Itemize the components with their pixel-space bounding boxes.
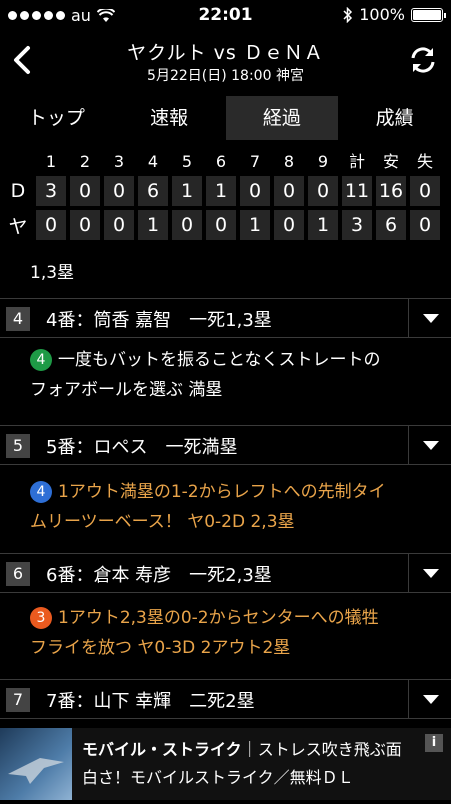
scoreboard-header: 1 2 3 4 5 6 7 8 9計安失 [0,150,451,174]
tab-live[interactable]: 速報 [113,96,226,140]
score-cell: 0 [172,210,202,240]
inning-header: 2 [79,152,91,171]
chevron-down-icon[interactable] [408,680,451,718]
info-icon[interactable]: i [425,734,443,752]
battery-percent: 100% [359,5,405,24]
score-cell: 0 [104,210,134,240]
status-bar: au 22:01 100% [0,0,451,30]
score-cell: 0 [410,176,440,206]
score-cell: 0 [206,210,236,240]
tab-progress[interactable]: 経過 [225,96,339,140]
inning-header: 失 [416,152,433,171]
score-cell: 3 [342,210,372,240]
tab-bar: トップ 速報 経過 成績 [0,96,451,140]
ad-banner[interactable]: モバイル・ストライク｜ストレス吹き飛ぶ面 白さ！モバイルストライク／無料ＤＬ i [0,728,451,800]
play-description: 4 1アウト満塁の1-2からレフトへの先制タイ ムリーツーベース！ ヤ0-2D 2… [30,477,440,537]
score-cell: 1 [240,210,270,240]
at-bat-row[interactable]: 7 7番：山下 幸輝 二死2塁 [0,679,451,719]
inning-header: 4 [147,152,159,171]
tab-top[interactable]: トップ [0,96,113,140]
battery-icon [411,7,446,22]
score-cell: 0 [240,176,270,206]
runners-status: 1,3塁 [30,263,75,283]
scoreboard: 123456789計安失 D 3 0 0 6 1 1 0 0 0 11 16 0 ヤ0001001013… [0,150,451,242]
at-bat-row[interactable]: 5 5番：ロペス 一死満塁 [0,425,451,465]
score-cell: 1 [206,176,236,206]
team-label: ヤ [8,215,28,238]
inning-header: 安 [382,152,399,171]
ad-title-tail: ｜ストレス吹き飛ぶ面 [241,740,402,759]
play-text-line: ムリーツーベース！ ヤ0-2D 2,3塁 [30,512,295,532]
scoreboard-row-yakult: ヤ000100101360 [0,208,451,242]
score-cell: 0 [410,210,440,240]
score-cell: 1 [172,176,202,206]
at-bat-label: 4番：筒香 嘉智 一死1,3塁 [46,310,272,331]
inning-header: 1 [45,152,57,171]
at-bat-label: 7番：山下 幸輝 二死2塁 [46,691,255,712]
inning-header: 7 [249,152,261,171]
nav-header: ヤクルト vs ＤｅＮＡ 5月22日(日) 18:00 神宮 [0,30,451,92]
page-title: ヤクルト vs ＤｅＮＡ [127,42,324,64]
score-cell: 0 [274,176,304,206]
inning-header: 5 [181,152,193,171]
ball-count-badge: 3 [30,607,52,629]
play-text-line: フォアボールを選ぶ 満塁 [30,380,223,400]
ad-title-main: モバイル・ストライク [82,740,242,759]
at-bat-row[interactable]: 4 4番：筒香 嘉智 一死1,3塁 [0,298,451,338]
score-cell: 3 [36,176,66,206]
at-bat-label: 5番：ロペス 一死満塁 [46,437,238,458]
inning-header: 8 [283,152,295,171]
score-cell: 0 [36,210,66,240]
play-text-line: フライを放つ ヤ0-3D 2アウト2塁 [30,638,291,658]
play-description: 3 1アウト2,3塁の0-2からセンターへの犠牲 フライを放つ ヤ0-3D 2アウ… [30,603,440,663]
ad-text: 白さ！モバイルストライク／無料ＤＬ [82,768,354,787]
chevron-down-icon[interactable] [408,554,451,592]
inning-header: 9 [317,152,329,171]
team-label: D [10,180,26,202]
batter-order-number: 7 [6,688,30,712]
score-cell: 6 [376,210,406,240]
batter-order-number: 4 [6,307,30,331]
score-cell: 0 [308,176,338,206]
score-cell: 0 [70,210,100,240]
score-cell: 1 [308,210,338,240]
score-cell: 0 [104,176,134,206]
ball-count-badge: 4 [30,481,52,503]
score-cell: 0 [70,176,100,206]
game-info: 5月22日(日) 18:00 神宮 [147,68,304,84]
score-cell: 6 [138,176,168,206]
ad-title: モバイル・ストライク｜ストレス吹き飛ぶ面 [82,736,402,760]
inning-header: 3 [113,152,125,171]
score-cell: 1 [138,210,168,240]
tab-stats[interactable]: 成績 [338,96,451,140]
refresh-icon[interactable] [407,44,439,76]
ad-image [0,728,72,800]
batter-order-number: 5 [6,434,30,458]
inning-header: 計 [348,152,365,171]
chevron-down-icon[interactable] [408,426,451,464]
inning-header: 6 [215,152,227,171]
at-bat-row[interactable]: 6 6番：倉本 寿彦 一死2,3塁 [0,553,451,593]
chevron-down-icon[interactable] [408,299,451,337]
play-text-line: 一度もバットを振ることなくストレートの [58,350,381,370]
scoreboard-row-dena: D 3 0 0 6 1 1 0 0 0 11 16 0 [0,174,451,208]
at-bat-label: 6番：倉本 寿彦 一死2,3塁 [46,565,272,586]
play-description: 4 一度もバットを振ることなくストレートの フォアボールを選ぶ 満塁 [30,345,440,405]
play-text-line: 1アウト2,3塁の0-2からセンターへの犠牲 [58,608,379,628]
batter-order-number: 6 [6,562,30,586]
ball-count-badge: 4 [30,349,52,371]
play-text-line: 1アウト満塁の1-2からレフトへの先制タイ [58,482,386,502]
bluetooth-icon [343,6,353,23]
score-cell: 0 [274,210,304,240]
score-cell: 11 [342,176,372,206]
score-cell: 16 [376,176,406,206]
